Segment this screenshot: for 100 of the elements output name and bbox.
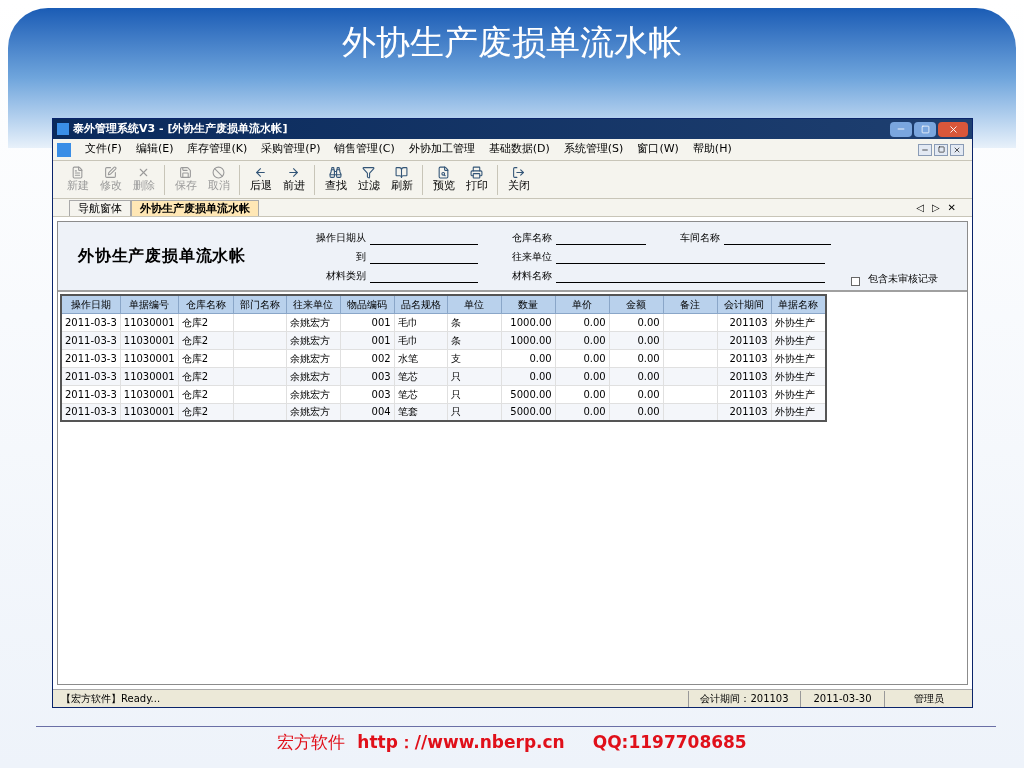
table-cell: 003 [340,367,395,385]
table-cell [233,385,287,403]
tab-control[interactable]: ✕ [947,202,956,214]
table-cell: 笔芯 [394,367,448,385]
column-header[interactable]: 金额 [609,295,664,313]
table-cell: 仓库2 [178,367,234,385]
table-cell: 仓库2 [178,349,234,367]
menu-item[interactable]: 文件(F) [85,141,122,158]
table-cell: 0.00 [609,385,664,403]
right-arrow-icon [287,166,300,179]
tab-control[interactable]: ▷ [931,202,940,214]
toolbar-button[interactable]: 查找 [319,166,352,193]
menu-item[interactable]: 系统管理(S) [563,141,624,158]
table-cell: 只 [447,367,502,385]
menu-item[interactable]: 外协加工管理 [408,141,475,158]
table-cell: 支 [447,349,502,367]
menu-item[interactable]: 编辑(E) [135,141,174,158]
table-cell: 001 [340,331,395,349]
table-cell: 笔芯 [394,385,448,403]
filter-label: 材料名称 [511,268,552,283]
toolbar-button[interactable]: 关闭 [502,166,535,193]
table-cell: 0.00 [501,349,556,367]
table-cell: 余姚宏方 [286,367,341,385]
checkbox-label: 包含未审核记录 [868,272,938,286]
table-cell: 余姚宏方 [286,349,341,367]
menu-item[interactable]: 库存管理(K) [187,141,248,158]
column-header[interactable]: 单价 [555,295,610,313]
table-cell [233,367,287,385]
cancel-icon [212,166,225,179]
close-button[interactable] [950,143,964,156]
column-header[interactable]: 品名规格 [394,295,448,313]
toolbar-button[interactable]: 预览 [427,166,460,193]
toolbar-button[interactable]: 后退 [244,166,277,193]
menu-item[interactable]: 销售管理(C) [334,141,395,158]
table-cell [663,331,718,349]
maximize-button[interactable] [914,121,936,137]
restore-icon [937,146,945,153]
status-text: 会计期间：201103 [688,690,800,707]
table-cell [233,313,287,331]
toolbar-button[interactable]: 刷新 [385,166,418,193]
tab-control[interactable]: ◁ [916,202,924,214]
table-cell: 余姚宏方 [286,385,341,403]
column-header[interactable]: 往来单位 [286,295,341,313]
table-cell: 5000.00 [501,385,556,403]
tab[interactable]: 外协生产废损单流水帐 [131,200,259,216]
table-cell: 条 [447,313,502,331]
filter-label: 操作日期从 [315,230,366,245]
minimize-button[interactable] [890,121,912,137]
table-cell: 毛巾 [394,331,448,349]
column-header[interactable]: 单据编号 [120,295,179,313]
save-icon [179,166,192,179]
pencil-icon [104,166,117,179]
table-cell: 001 [340,313,395,331]
table-cell: 0.00 [501,367,556,385]
printer-icon [470,166,483,179]
table-cell: 仓库2 [178,313,234,331]
column-header[interactable]: 部门名称 [233,295,287,313]
table-cell: 2011-03-3 [61,313,121,331]
app-logo-icon [57,123,69,135]
table-cell: 余姚宏方 [286,331,341,349]
preview-icon [437,166,450,179]
close-button[interactable] [938,121,968,137]
table-cell: 11030001 [120,313,179,331]
table-cell: 只 [447,385,502,403]
binoculars-icon [329,166,342,179]
column-header[interactable]: 物品编码 [340,295,395,313]
column-header[interactable]: 单位 [447,295,502,313]
footer-qq: QQ:1197708685 [592,731,747,754]
footer-url: http：//www.nberp.cn [357,731,565,754]
toolbar-button[interactable]: 前进 [277,166,310,193]
toolbar-button[interactable]: 打印 [460,166,493,193]
table-cell: 0.00 [609,367,664,385]
table-cell: 201103 [717,385,772,403]
table-cell: 0.00 [555,313,610,331]
table-cell [663,367,718,385]
filter-label: 到 [355,249,366,264]
menu-item[interactable]: 帮助(H) [692,141,732,158]
table-cell: 0.00 [555,385,610,403]
menu-item[interactable]: 窗口(W) [637,141,679,158]
menu-item[interactable]: 采购管理(P) [261,141,321,158]
cross-icon [137,166,150,179]
tab[interactable]: 导航窗体 [69,200,131,216]
table-cell: 201103 [717,313,772,331]
column-header[interactable]: 操作日期 [61,295,121,313]
filter-label: 仓库名称 [511,230,552,245]
menu-item[interactable]: 基础数据(D) [488,141,550,158]
table-cell: 1000.00 [501,331,556,349]
maximize-icon [920,124,930,134]
column-header[interactable]: 单据名称 [771,295,827,313]
table-cell: 水笔 [394,349,448,367]
table-cell: 仓库2 [178,385,234,403]
column-header[interactable]: 数量 [501,295,556,313]
table-cell [233,349,287,367]
column-header[interactable]: 备注 [663,295,718,313]
checkbox[interactable] [851,277,860,286]
column-header[interactable]: 仓库名称 [178,295,234,313]
footer-company: 宏方软件 [277,731,346,754]
column-header[interactable]: 会计期间 [717,295,772,313]
toolbar-button[interactable]: 过滤 [352,166,385,193]
table-cell: 11030001 [120,349,179,367]
